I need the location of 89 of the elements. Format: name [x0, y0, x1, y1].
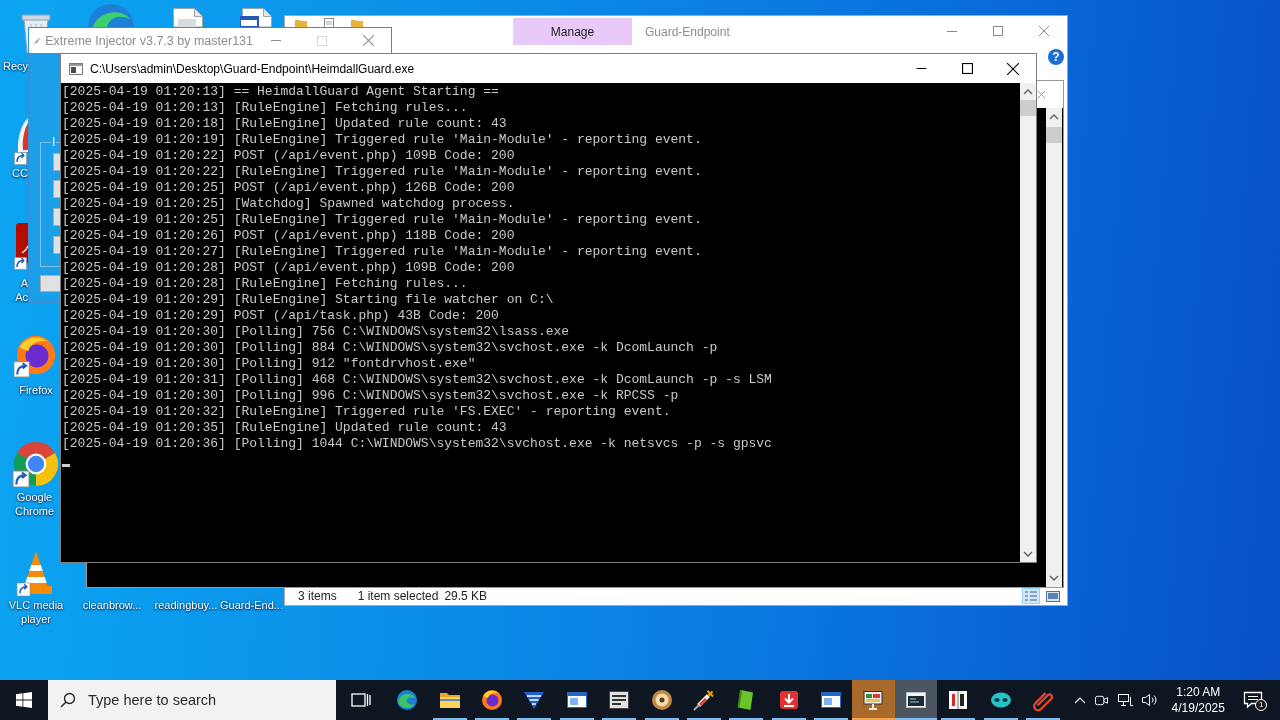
- desktop-icon-label[interactable]: CC: [12, 166, 28, 180]
- log-line: [2025-04-19 01:20:25] [Watchdog] Spawned watchdog process.: [62, 196, 515, 212]
- status-text: 3 items: [298, 589, 337, 603]
- app-icon[interactable]: [14, 118, 28, 166]
- speaker-icon[interactable]: [1141, 693, 1158, 707]
- disc-icon: [649, 688, 674, 712]
- log-line: [2025-04-19 01:20:25] POST (/api/event.php) 126B Code: 200: [62, 180, 515, 196]
- browser-icon[interactable]: [12, 440, 60, 488]
- search-icon: [60, 692, 76, 708]
- status-text: 1 item selected: [357, 589, 439, 603]
- log-line: [2025-04-19 01:20:19] [RuleEngine] Triggered rule 'Main-Module' - reporting event.: [62, 132, 702, 148]
- minimize-icon: [271, 40, 281, 41]
- desktop-icon-label[interactable]: Recy: [2, 59, 28, 73]
- desktop-icon-label[interactable]: cleanbrow...: [82, 598, 142, 612]
- desktop-icon-label[interactable]: Firefox: [19, 383, 53, 397]
- scrollbar-thumb[interactable]: [1020, 100, 1036, 116]
- log-line: [2025-04-19 01:20:30] [Polling] 912 "fontdrvhost.exe": [62, 356, 476, 372]
- ribbon-tab[interactable]: Manage: [513, 18, 632, 45]
- log-line: [2025-04-19 01:20:32] [RuleEngine] Triggered rule 'FS.EXEC' - reporting event.: [62, 404, 671, 420]
- document-icon[interactable]: [171, 8, 205, 27]
- log-line: [2025-04-19 01:20:27] [RuleEngine] Triggered rule 'Main-Module' - reporting event.: [62, 244, 702, 260]
- network-icon[interactable]: [1117, 693, 1134, 707]
- console-icon: [69, 62, 83, 75]
- maximize-icon: [317, 35, 327, 46]
- browser-icon: [395, 688, 420, 712]
- window-title: Extreme Injector v3.7.3 by master131: [45, 33, 253, 48]
- window-title: C:\Users\admin\Desktop\Guard-Endpoint\HeimdallGuard.exe: [90, 61, 415, 76]
- help-button[interactable]: ?: [1048, 49, 1064, 65]
- desktop-icon-label[interactable]: Guard-End...: [220, 598, 283, 612]
- view-button[interactable]: [1044, 588, 1062, 604]
- desktop-icon-label[interactable]: readingbuy...: [154, 598, 218, 612]
- log-line: [2025-04-19 01:20:22] POST (/api/event.php) 109B Code: 200: [62, 148, 515, 164]
- log-line: [2025-04-19 01:20:28] [RuleEngine] Fetching rules...: [62, 276, 468, 292]
- browser-icon: [479, 688, 504, 712]
- log-line: [2025-04-19 01:20:26] POST (/api/event.php) 118B Code: 200: [62, 228, 515, 244]
- scroll-down-icon[interactable]: [1023, 550, 1033, 557]
- notification-count-badge: 1: [1255, 699, 1268, 711]
- log-line: [2025-04-19 01:20:29] POST (/api/task.php) 43B Code: 200: [62, 308, 499, 324]
- camera-icon[interactable]: [1094, 693, 1110, 707]
- app-icon[interactable]: [14, 223, 28, 271]
- syringe-icon: [691, 688, 716, 712]
- close-icon: [1007, 62, 1019, 75]
- log-line: [2025-04-19 01:20:30] [Polling] 756 C:\WINDOWS\system32\lsass.exe: [62, 324, 570, 340]
- clock-date[interactable]: 4/19/2025: [1171, 700, 1225, 716]
- clock-time[interactable]: 1:20 AM: [1176, 684, 1221, 700]
- log-line: [2025-04-19 01:20:30] [Polling] 884 C:\WINDOWS\system32\svchost.exe -k DcomLaunch -p: [62, 340, 718, 356]
- large-icons-view-icon: [1045, 589, 1061, 603]
- close-icon[interactable]: [1037, 90, 1046, 99]
- status-text: 29.5 KB: [444, 589, 488, 603]
- log-line: [2025-04-19 01:20:13] == HeimdallGuard Agent Starting ==: [62, 84, 499, 100]
- close-icon: [1039, 26, 1049, 36]
- scroll-up-icon[interactable]: [1049, 114, 1059, 120]
- windows-logo-icon: [16, 692, 32, 708]
- taskbar-button[interactable]: [894, 680, 938, 720]
- monitor-icon: [861, 688, 886, 712]
- details-view-icon: [1023, 589, 1039, 603]
- log-line: [2025-04-19 01:20:36] [Polling] 1044 C:\WINDOWS\system32\svchost.exe -k netsvcs -p -s gpsvc: [62, 436, 772, 452]
- log-line: [2025-04-19 01:20:18] [RuleEngine] Updated rule count: 43: [62, 116, 507, 132]
- notifications-button[interactable]: 1: [1233, 680, 1274, 720]
- tile-icon: [607, 688, 632, 712]
- scrollbar-thumb[interactable]: [1046, 127, 1062, 143]
- log-line: [2025-04-19 01:20:30] [Polling] 996 C:\WINDOWS\system32\svchost.exe -k RPCSS -p: [62, 388, 679, 404]
- desktop-icon-label[interactable]: VLC media player: [0, 598, 72, 626]
- taskbar-button[interactable]: [852, 680, 895, 720]
- scroll-down-icon[interactable]: [1049, 575, 1059, 581]
- log-line: [2025-04-19 01:20:29] [RuleEngine] Starting file watcher on C:\: [62, 292, 554, 308]
- close-icon: [362, 35, 374, 46]
- cursor-icon: [62, 464, 70, 467]
- minimize-icon: [915, 68, 927, 69]
- document-icon[interactable]: [240, 8, 274, 27]
- maximize-icon: [993, 26, 1003, 36]
- chevron-up-icon[interactable]: [1074, 696, 1087, 704]
- minimize-icon: [947, 30, 957, 32]
- log-line: [2025-04-19 01:20:22] [RuleEngine] Triggered rule 'Main-Module' - reporting event.: [62, 164, 702, 180]
- log-line: [2025-04-19 01:20:13] [RuleEngine] Fetching rules...: [62, 100, 468, 116]
- log-line: [2025-04-19 01:20:25] [RuleEngine] Triggered rule 'Main-Module' - reporting event.: [62, 212, 702, 228]
- window-title: Guard-Endpoint: [645, 25, 730, 39]
- log-line: [2025-04-19 01:20:31] [Polling] 468 C:\WINDOWS\system32\svchost.exe -k DcomLaunch -p -s LSM: [62, 372, 772, 388]
- scrollbar[interactable]: [1046, 108, 1062, 587]
- desktop-icon-label[interactable]: A Ac: [10, 276, 28, 304]
- desktop-icon-label[interactable]: Google Chrome: [11, 490, 58, 518]
- scrollbar[interactable]: [1020, 83, 1036, 562]
- scroll-up-icon[interactable]: [1023, 88, 1033, 95]
- group-label: I: [51, 135, 57, 149]
- maximize-icon: [961, 63, 973, 74]
- log-line: [2025-04-19 01:20:35] [RuleEngine] Updated rule count: 43: [62, 420, 507, 436]
- speech-bubble-icon: [1243, 691, 1264, 709]
- log-line: [2025-04-19 01:20:28] POST (/api/event.php) 109B Code: 200: [62, 260, 515, 276]
- search-field[interactable]: Type here to search: [48, 680, 336, 720]
